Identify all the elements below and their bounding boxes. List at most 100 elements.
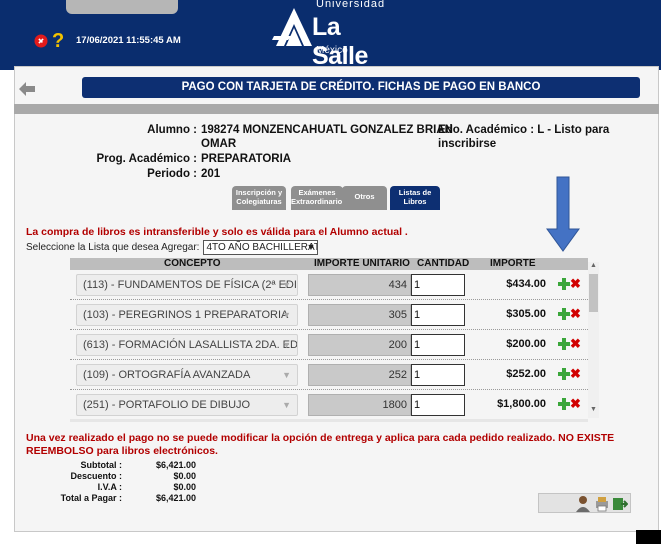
print-icon[interactable] <box>594 496 610 512</box>
next-row-peek <box>70 419 588 422</box>
tab-examenes-line2: Extraordinarios <box>291 197 347 206</box>
edo-academico: Edo. Académico : L - Listo para <box>438 124 610 136</box>
row-amount: $434.00 <box>506 278 546 290</box>
tab-listas-line2: Libros <box>403 197 427 206</box>
table-row: (109) - ORTOGRAFÍA AVANZADA ▼ 252 1 $252.… <box>70 360 588 390</box>
refund-warning: Una vez realizado el pago no se puede mo… <box>26 432 615 457</box>
user-icon[interactable] <box>575 495 591 512</box>
table-row: (113) - FUNDAMENTOS DE FÍSICA (2ª EDICI ▼… <box>70 270 588 300</box>
tab-otros-line1: Otros <box>354 192 375 201</box>
chevron-down-icon: ▼ <box>306 242 316 252</box>
unit-price-field: 305 <box>308 304 411 326</box>
periodo-value: 201 <box>201 168 221 180</box>
edo-academico-cont: inscribirse <box>438 138 497 150</box>
list-select-label: Seleccione la Lista que desea Agregar: <box>26 242 200 253</box>
books-table-header: CONCEPTO IMPORTE UNITARIO CANTIDAD IMPOR… <box>70 258 588 270</box>
books-warning: La compra de libros es intransferible y … <box>26 226 408 238</box>
row-amount: $305.00 <box>506 308 546 320</box>
list-select-row: Seleccione la Lista que desea Agregar: 4… <box>26 240 319 255</box>
concept-select[interactable]: (109) - ORTOGRAFÍA AVANZADA ▼ <box>76 364 298 386</box>
divider-strip <box>14 104 659 114</box>
page-title: PAGO CON TARJETA DE CRÉDITO. FICHAS DE P… <box>82 77 640 98</box>
help-icon[interactable]: ? <box>33 28 63 52</box>
logo-university-text: Universidad <box>316 0 386 10</box>
concept-text: (103) - PEREGRINOS 1 PREPARATORIA <box>83 309 289 321</box>
tab-inscripcion-line2: Colegiaturas <box>236 197 282 206</box>
add-icon[interactable] <box>558 308 570 320</box>
quantity-input[interactable]: 1 <box>411 274 465 296</box>
quantity-input[interactable]: 1 <box>411 394 465 416</box>
periodo-label: Periodo : <box>147 168 197 180</box>
tab-listas-line1: Listas de <box>398 188 432 197</box>
chevron-down-icon: ▼ <box>282 280 291 290</box>
subtotal-label: Subtotal : <box>80 460 123 470</box>
concept-text: (251) - PORTAFOLIO DE DIBUJO <box>83 399 251 411</box>
unit-price-field: 1800 <box>308 394 411 416</box>
alumno-value: 198274 MONZENCAHUATL GONZALEZ BRIAN <box>201 124 453 136</box>
tab-inscripcion-line1: Inscripción y <box>235 188 283 197</box>
total-value: $6,421.00 <box>155 493 196 503</box>
chevron-down-icon: ▼ <box>282 340 291 350</box>
window-corner <box>636 530 661 544</box>
delete-icon[interactable]: ✖ <box>570 307 581 320</box>
concept-select[interactable]: (251) - PORTAFOLIO DE DIBUJO ▼ <box>76 394 298 416</box>
top-tab[interactable] <box>66 0 178 14</box>
alumno-value-cont: OMAR <box>201 138 237 150</box>
alumno-label: Alumno : <box>147 124 197 136</box>
add-icon[interactable] <box>558 398 570 410</box>
tab-listas-libros[interactable]: Listas de Libros <box>390 186 440 210</box>
unit-price-field: 200 <box>308 334 411 356</box>
add-icon[interactable] <box>558 368 570 380</box>
tab-examenes[interactable]: Exámenes Extraordinarios <box>291 186 347 210</box>
concept-select[interactable]: (613) - FORMACIÓN LASALLISTA 2DA. EDICI ▼ <box>76 334 298 356</box>
row-amount: $252.00 <box>506 368 546 380</box>
chevron-down-icon: ▼ <box>282 370 291 380</box>
prog-academico-value: PREPARATORIA <box>201 153 292 165</box>
table-row: (251) - PORTAFOLIO DE DIBUJO ▼ 1800 1 $1,… <box>70 390 588 420</box>
col-importe-unitario: IMPORTE UNITARIO <box>314 258 410 269</box>
quantity-input[interactable]: 1 <box>411 304 465 326</box>
lasalle-emblem-icon <box>272 8 312 46</box>
scroll-down-icon[interactable]: ▼ <box>590 406 597 413</box>
add-icon[interactable] <box>558 278 570 290</box>
delete-icon[interactable]: ✖ <box>570 367 581 380</box>
scrollbar-thumb[interactable] <box>589 274 598 312</box>
chevron-down-icon: ▼ <box>282 400 291 410</box>
tab-otros[interactable]: Otros <box>342 186 387 210</box>
delete-icon[interactable]: ✖ <box>570 397 581 410</box>
back-arrow-icon[interactable] <box>18 81 36 97</box>
svg-text:?: ? <box>52 30 63 52</box>
export-icon[interactable] <box>612 497 628 511</box>
col-cantidad: CANTIDAD <box>417 258 470 269</box>
concept-select[interactable]: (113) - FUNDAMENTOS DE FÍSICA (2ª EDICI ▼ <box>76 274 298 296</box>
datetime-label: 17/06/2021 11:55:45 AM <box>76 35 181 46</box>
col-importe: IMPORTE <box>490 258 536 269</box>
university-logo: Universidad La Salle México <box>272 0 386 70</box>
table-row: (103) - PEREGRINOS 1 PREPARATORIA ▼ 305 1… <box>70 300 588 330</box>
subtotal-value: $6,421.00 <box>155 460 196 470</box>
col-concepto: CONCEPTO <box>164 258 221 269</box>
logo-country-text: México <box>316 45 348 56</box>
concept-text: (113) - FUNDAMENTOS DE FÍSICA (2ª EDICI <box>83 279 298 291</box>
quantity-input[interactable]: 1 <box>411 334 465 356</box>
concept-text: (109) - ORTOGRAFÍA AVANZADA <box>83 369 251 381</box>
tab-inscripcion[interactable]: Inscripción y Colegiaturas <box>232 186 286 210</box>
delete-icon[interactable]: ✖ <box>570 277 581 290</box>
annotation-down-arrow-icon <box>546 176 580 252</box>
descuento-value: $0.00 <box>173 471 196 481</box>
total-label: Total a Pagar : <box>60 493 122 503</box>
delete-icon[interactable]: ✖ <box>570 337 581 350</box>
prog-academico-label: Prog. Académico : <box>96 153 197 165</box>
concept-select[interactable]: (103) - PEREGRINOS 1 PREPARATORIA ▼ <box>76 304 298 326</box>
unit-price-field: 434 <box>308 274 411 296</box>
chevron-down-icon: ▼ <box>282 310 291 320</box>
book-list-select-value: 4TO AÑO BACHILLERATO C <box>206 242 317 253</box>
tab-examenes-line1: Exámenes <box>298 188 336 197</box>
quantity-input[interactable]: 1 <box>411 364 465 386</box>
iva-value: $0.00 <box>173 482 196 492</box>
unit-price-field: 252 <box>308 364 411 386</box>
add-icon[interactable] <box>558 338 570 350</box>
book-list-select[interactable]: 4TO AÑO BACHILLERATO C ▼ <box>203 240 319 255</box>
logo-main-text: La Salle <box>312 13 368 70</box>
scroll-up-icon[interactable]: ▲ <box>590 262 597 269</box>
